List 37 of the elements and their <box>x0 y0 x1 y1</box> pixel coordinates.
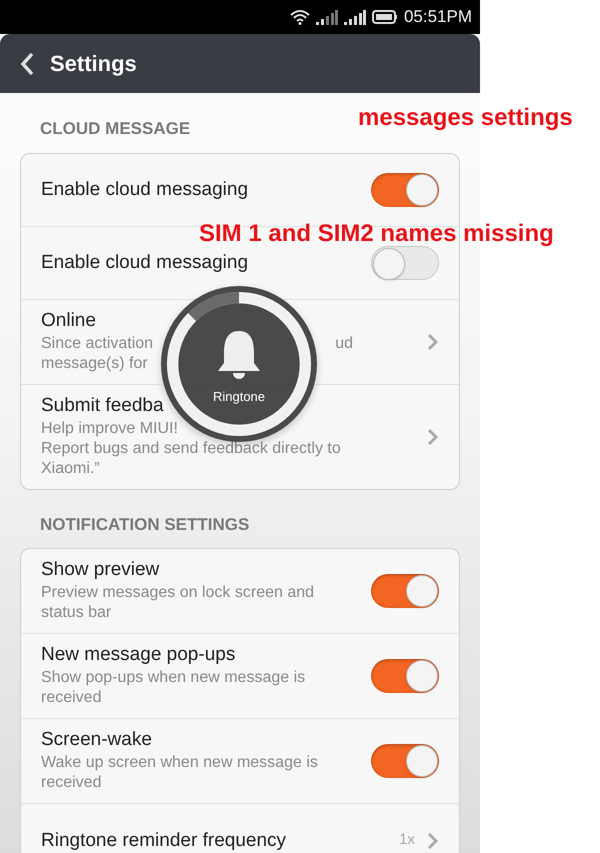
annotation-text: SIM 1 and SIM2 names missing <box>199 219 554 249</box>
setting-title: Enable cloud messaging <box>41 252 248 274</box>
setting-description: Wake up screen when new message is received <box>41 753 319 793</box>
toggle-switch[interactable] <box>371 744 439 778</box>
section-header: CLOUD MESSAGE <box>40 118 190 140</box>
setting-description: Show pop-ups when new message is received <box>41 668 306 708</box>
toggle-switch[interactable] <box>371 246 439 280</box>
header-title: Settings <box>50 50 137 78</box>
battery-icon <box>372 9 398 25</box>
chevron-icon <box>427 332 439 350</box>
overlay-label: Ringtone <box>212 388 266 406</box>
setting-title: Show preview <box>41 559 160 581</box>
toggle-switch[interactable] <box>371 172 439 206</box>
setting-title: Ringtone reminder frequency <box>41 830 286 852</box>
setting-value: 1x <box>399 830 415 850</box>
back-icon[interactable] <box>20 52 34 76</box>
chevron-icon <box>427 428 439 446</box>
toggle-switch[interactable] <box>371 574 439 608</box>
setting-description: ud <box>335 334 353 354</box>
signal-icon <box>344 9 366 25</box>
setting-description: Preview messages on lock screen and status bar <box>41 583 316 623</box>
setting-description: Since activation <box>41 334 154 354</box>
setting-description: message(s) for <box>41 354 148 374</box>
section-header: NOTIFICATION SETTINGS <box>40 514 250 536</box>
setting-title: Online <box>41 310 96 332</box>
chevron-icon <box>427 832 439 850</box>
setting-title: Screen-wake <box>41 729 152 751</box>
setting-title: Enable cloud messaging <box>41 178 248 200</box>
status-time: 05:51PM <box>404 6 472 28</box>
setting-description: Help improve MIUI! Report bugs and send feedback directly to Xiaomi.” <box>41 418 341 478</box>
annotation-text: messages settings <box>358 103 573 133</box>
setting-title: Submit feedba <box>41 394 164 416</box>
signal-icon <box>316 9 338 25</box>
bell-icon <box>216 329 262 382</box>
wifi-icon <box>290 9 310 25</box>
setting-title: New message pop-ups <box>41 644 236 666</box>
toggle-switch[interactable] <box>371 659 439 693</box>
